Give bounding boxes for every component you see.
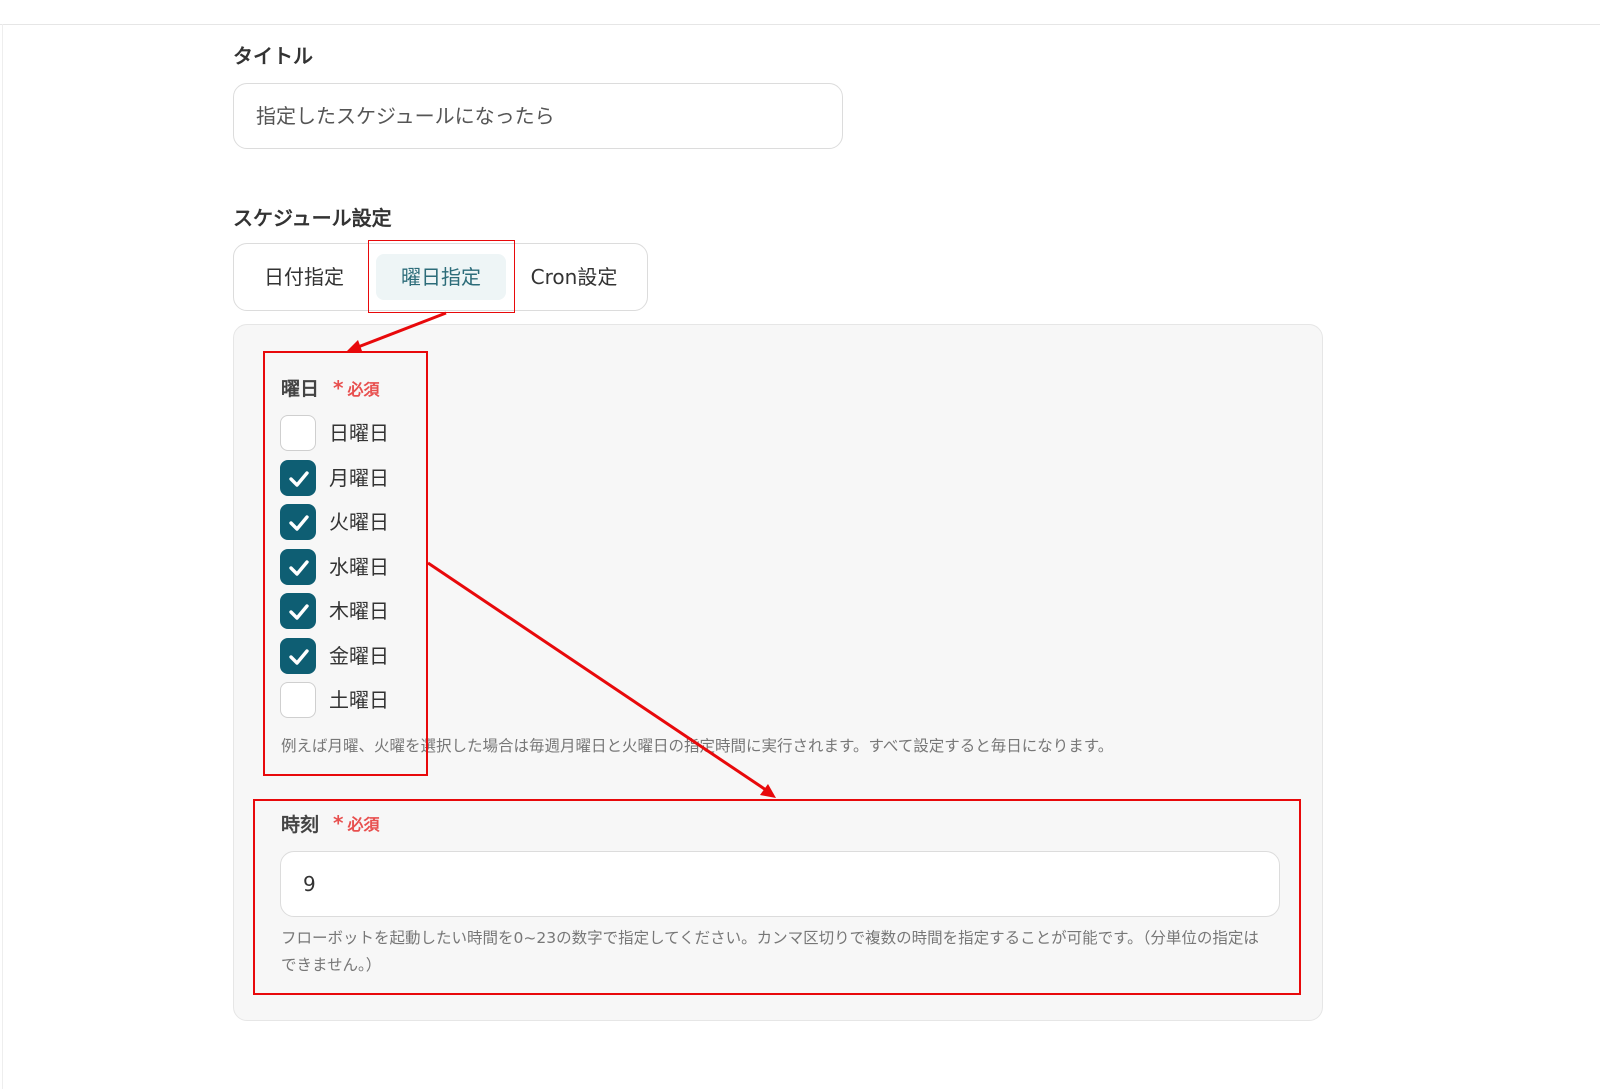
tab-date[interactable]: 日付指定 [248,254,360,300]
schedule-settings-label: スケジュール設定 [233,206,392,230]
annotation-box-hour [253,799,1301,995]
title-input[interactable]: 指定したスケジュールになったら [233,83,843,149]
tab-cron[interactable]: Cron設定 [512,254,636,300]
left-divider [2,24,3,1089]
top-divider [0,24,1600,25]
title-label: タイトル [233,44,313,68]
annotation-box-weekday-tab [368,240,515,313]
annotation-box-weekday-list [263,351,428,776]
